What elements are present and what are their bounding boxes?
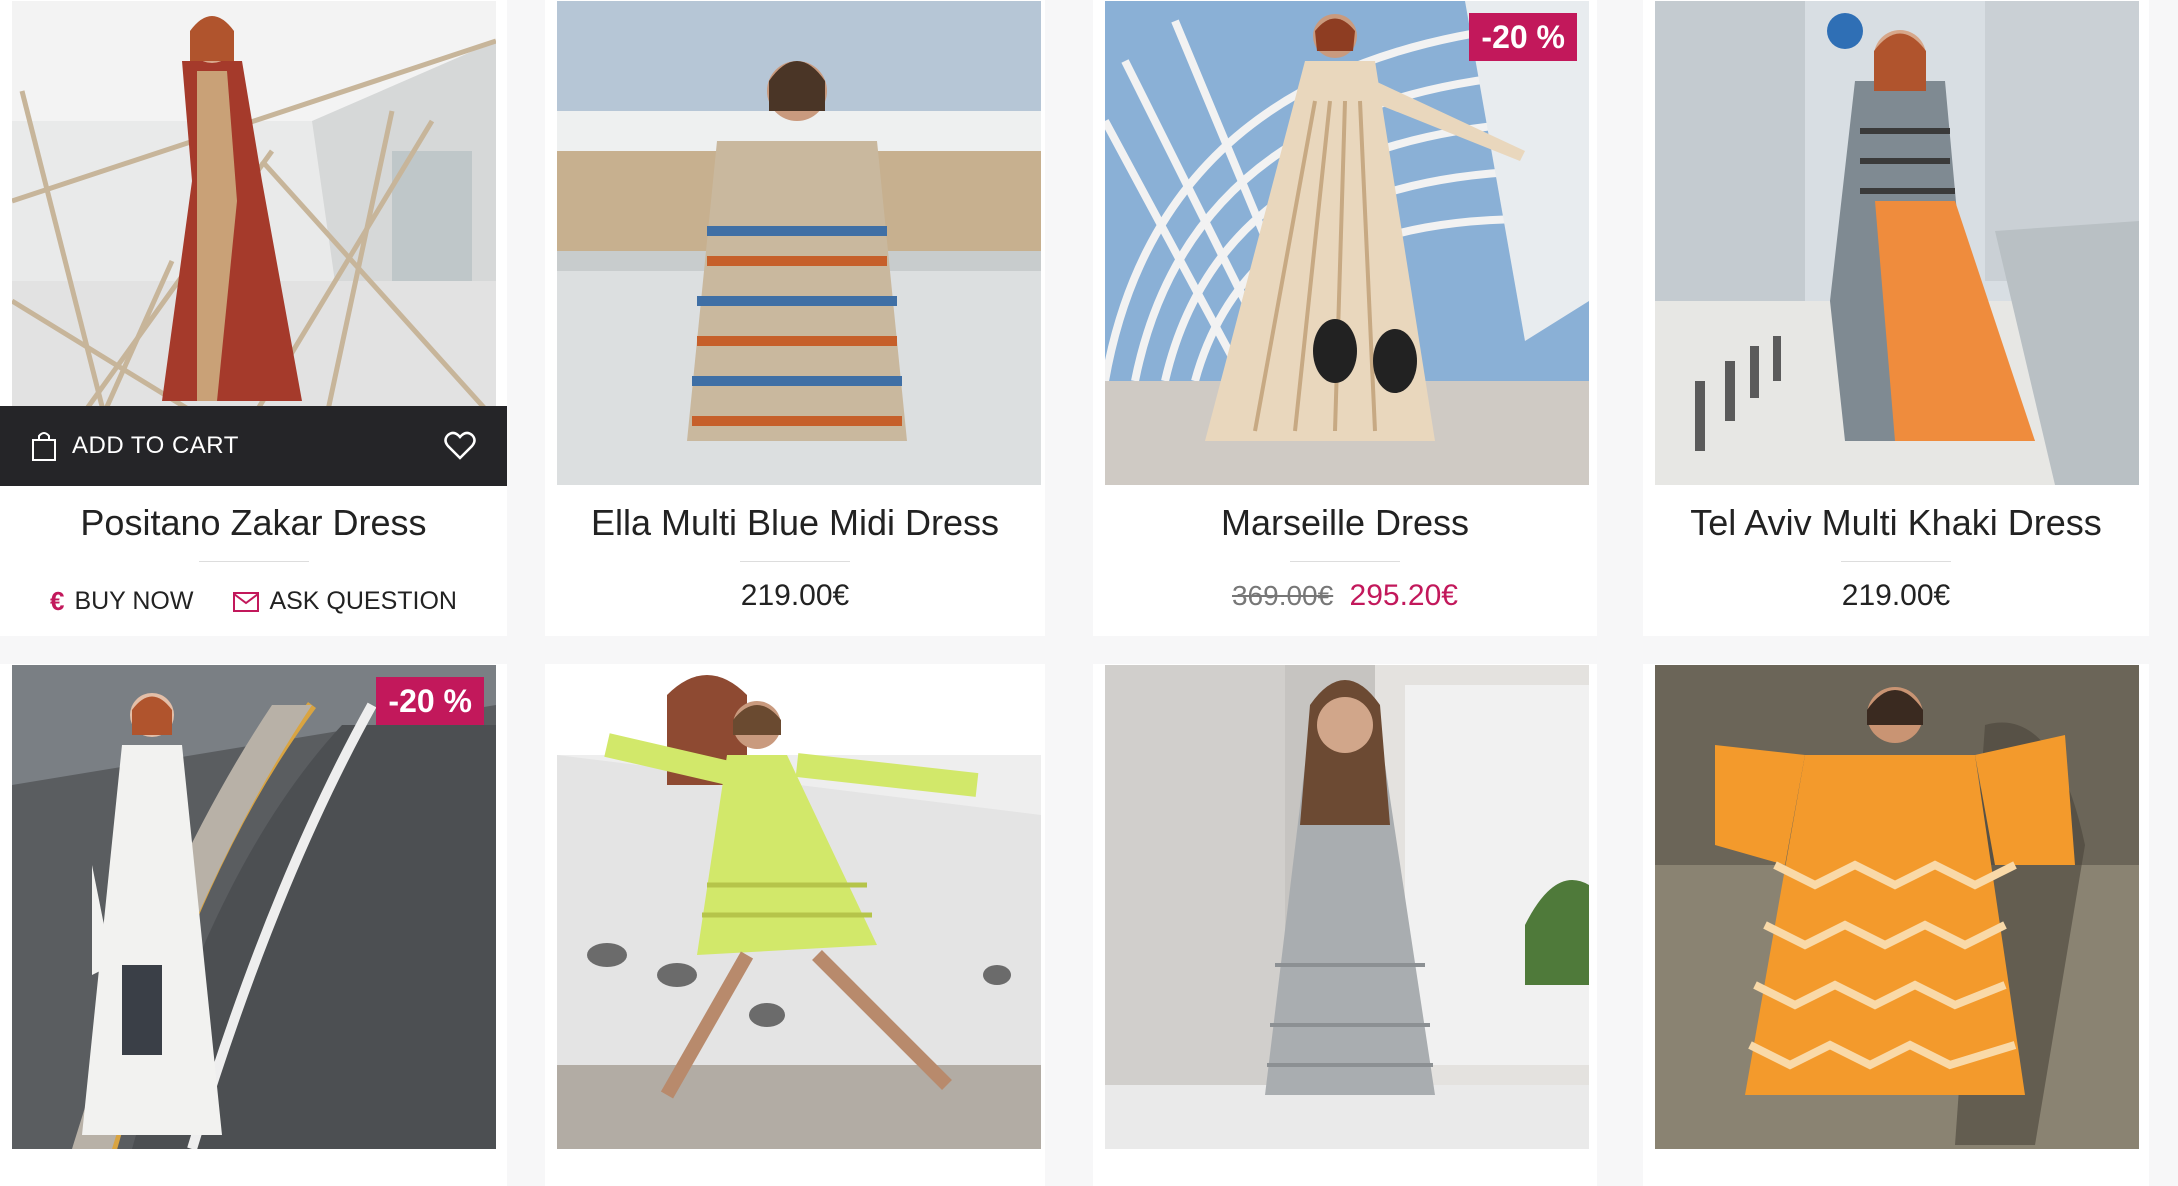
product-card[interactable]	[545, 664, 1045, 1186]
title-divider	[1290, 561, 1400, 562]
product-title[interactable]: Positano Zakar Dress	[0, 502, 507, 544]
product-card[interactable]: -20 %	[0, 664, 507, 1186]
buy-now-button[interactable]: € BUY NOW	[50, 586, 193, 617]
product-card[interactable]: Tel Aviv Multi Khaki Dress 219.00€	[1643, 0, 2149, 636]
product-card[interactable]: ADD TO CART Positano Zakar Dress € BUY N…	[0, 0, 507, 636]
add-to-cart-bar[interactable]: ADD TO CART	[0, 406, 507, 486]
shopping-bag-icon	[32, 432, 56, 461]
ask-question-label: ASK QUESTION	[269, 587, 457, 615]
product-actions: € BUY NOW ASK QUESTION	[0, 586, 507, 617]
mail-icon	[233, 591, 260, 612]
product-card[interactable]	[1643, 664, 2149, 1186]
product-image[interactable]	[1655, 665, 2139, 1149]
euro-icon: €	[49, 586, 65, 616]
product-price: 369.00€ 295.20€	[1093, 579, 1597, 613]
sale-price: 295.20€	[1349, 579, 1458, 612]
discount-badge: -20 %	[376, 677, 484, 725]
product-price: 219.00€	[740, 579, 850, 612]
product-title[interactable]: Tel Aviv Multi Khaki Dress	[1643, 502, 2149, 544]
product-image[interactable]: -20 %	[12, 665, 496, 1149]
product-image[interactable]	[557, 665, 1041, 1149]
original-price: 369.00€	[1231, 580, 1334, 611]
add-to-cart-button[interactable]: ADD TO CART	[72, 432, 239, 460]
product-card[interactable]: -20 % Marseille Dress 369.00€ 295.20€	[1093, 0, 1597, 636]
title-divider	[198, 561, 309, 562]
product-image[interactable]	[1105, 665, 1589, 1149]
product-title[interactable]: Marseille Dress	[1093, 502, 1597, 544]
discount-badge: -20 %	[1469, 13, 1577, 61]
heart-icon[interactable]	[443, 429, 477, 463]
product-image[interactable]: -20 %	[1105, 1, 1589, 485]
product-card[interactable]	[1093, 664, 1597, 1186]
product-image[interactable]	[557, 1, 1041, 485]
product-price: 219.00€	[1841, 579, 1951, 612]
buy-now-label: BUY NOW	[74, 587, 194, 615]
product-card[interactable]: Ella Multi Blue Midi Dress 219.00€	[545, 0, 1045, 636]
product-image[interactable]	[1655, 1, 2139, 485]
title-divider	[1841, 561, 1951, 562]
title-divider	[740, 561, 850, 562]
ask-question-button[interactable]: ASK QUESTION	[233, 586, 457, 617]
product-title[interactable]: Ella Multi Blue Midi Dress	[545, 502, 1045, 544]
